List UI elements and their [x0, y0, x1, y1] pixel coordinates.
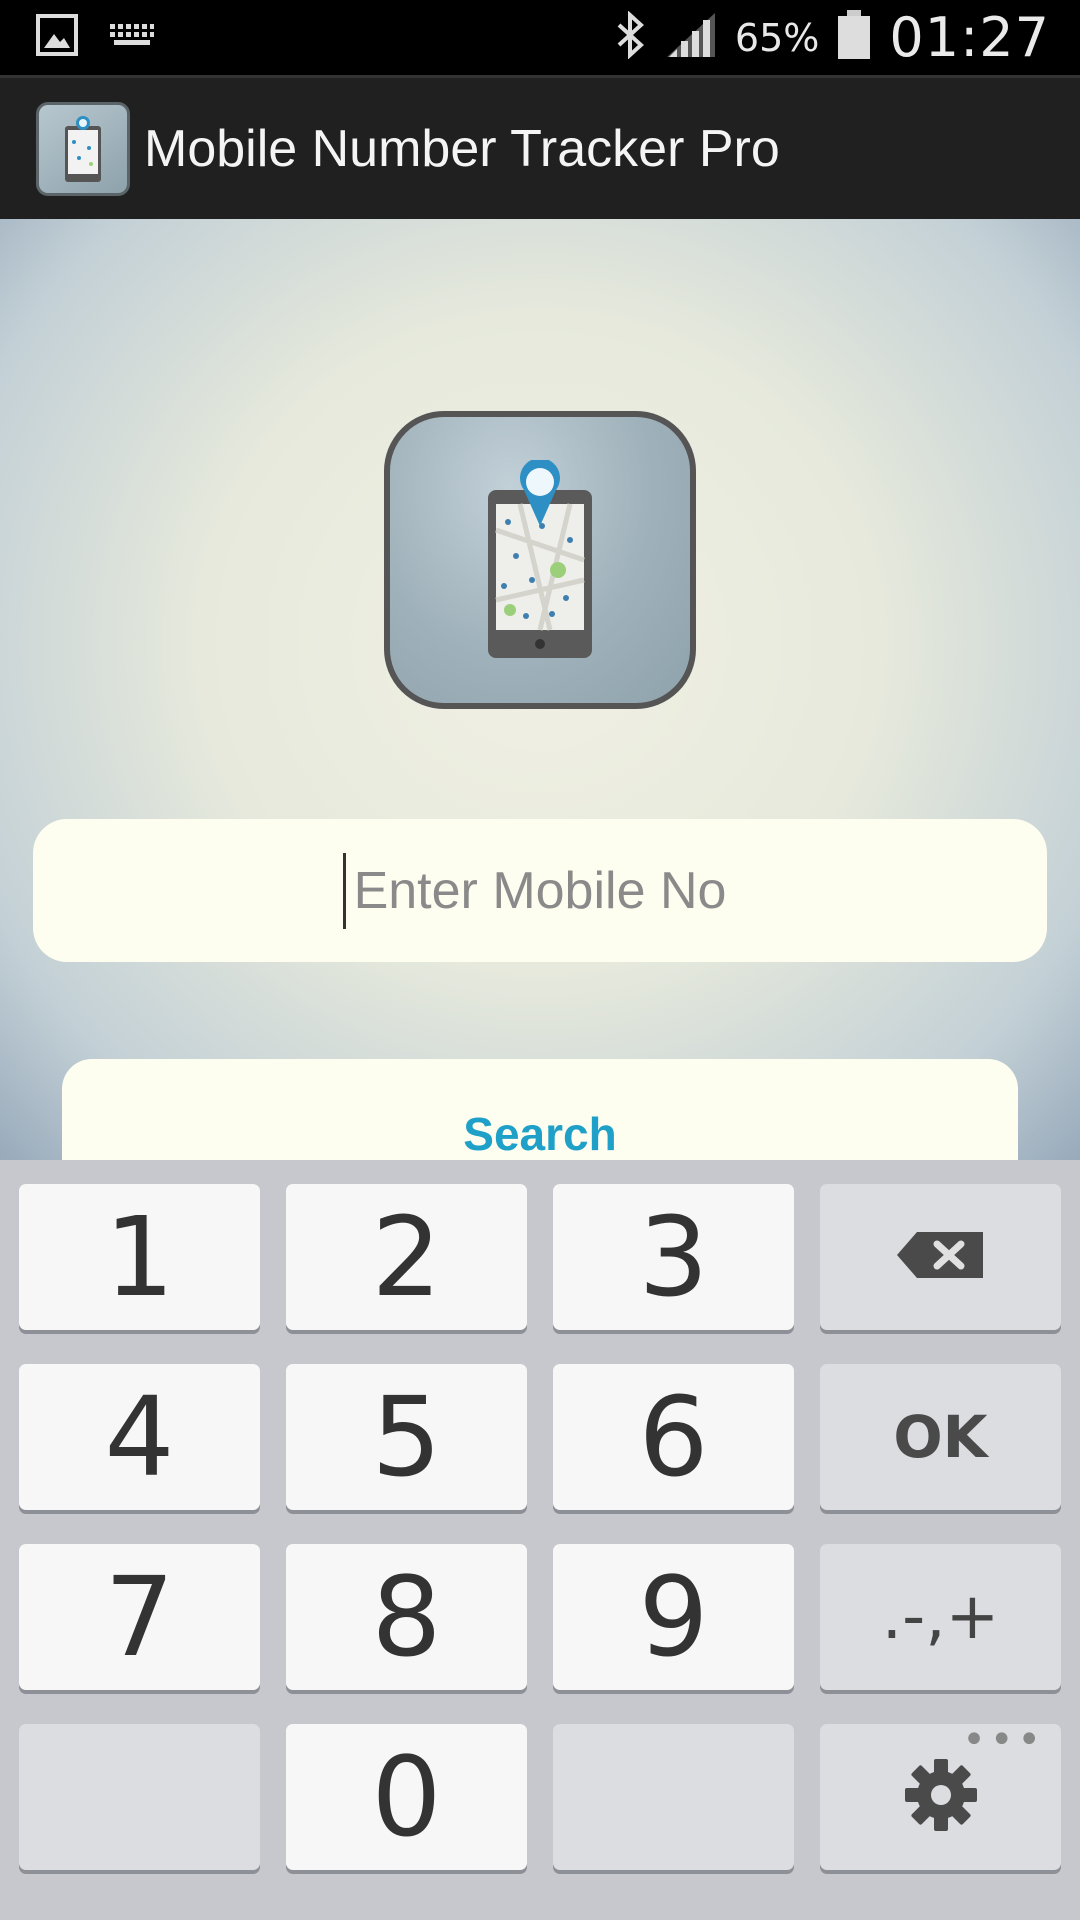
battery-percent: 65%	[734, 15, 820, 60]
blank-key-left[interactable]	[19, 1724, 260, 1870]
numeric-keyboard: 1 2 3 4 5 6 OK 7 8 9 .-,+ 0 •••	[0, 1160, 1080, 1920]
gallery-icon	[36, 14, 78, 61]
key-3[interactable]: 3	[553, 1184, 794, 1330]
key-8[interactable]: 8	[286, 1544, 527, 1690]
text-cursor	[343, 853, 346, 929]
key-2[interactable]: 2	[286, 1184, 527, 1330]
app-title: Mobile Number Tracker Pro	[144, 119, 780, 178]
search-button[interactable]: Search	[62, 1059, 1018, 1160]
main-content: Search	[0, 219, 1080, 1160]
signal-icon	[665, 11, 717, 64]
symbols-key-label: .-,+	[881, 1580, 1000, 1654]
mobile-number-input[interactable]	[33, 819, 1047, 962]
key-0[interactable]: 0	[286, 1724, 527, 1870]
key-6[interactable]: 6	[553, 1364, 794, 1510]
action-bar: Mobile Number Tracker Pro	[0, 75, 1080, 219]
keyboard-settings-key[interactable]: •••	[820, 1717, 1061, 1870]
symbols-key[interactable]: .-,+	[820, 1544, 1061, 1690]
battery-icon	[837, 10, 871, 65]
clock: 01:27	[889, 6, 1050, 69]
status-bar: 65% 01:27	[0, 0, 1080, 75]
blank-key-right[interactable]	[553, 1724, 794, 1870]
bluetooth-icon	[615, 10, 647, 64]
backspace-icon	[895, 1230, 987, 1284]
search-button-label: Search	[463, 1108, 617, 1160]
app-logo-icon	[36, 101, 130, 196]
gear-icon	[901, 1755, 981, 1839]
app-logo-large-icon	[384, 411, 696, 709]
backspace-key[interactable]	[820, 1184, 1061, 1330]
key-7[interactable]: 7	[19, 1544, 260, 1690]
more-options-icon: •••	[962, 1717, 1045, 1763]
ok-key-label: OK	[893, 1403, 988, 1471]
key-4[interactable]: 4	[19, 1364, 260, 1510]
key-1[interactable]: 1	[19, 1184, 260, 1330]
keyboard-icon	[110, 20, 154, 55]
key-5[interactable]: 5	[286, 1364, 527, 1510]
key-9[interactable]: 9	[553, 1544, 794, 1690]
ok-key[interactable]: OK	[820, 1364, 1061, 1510]
